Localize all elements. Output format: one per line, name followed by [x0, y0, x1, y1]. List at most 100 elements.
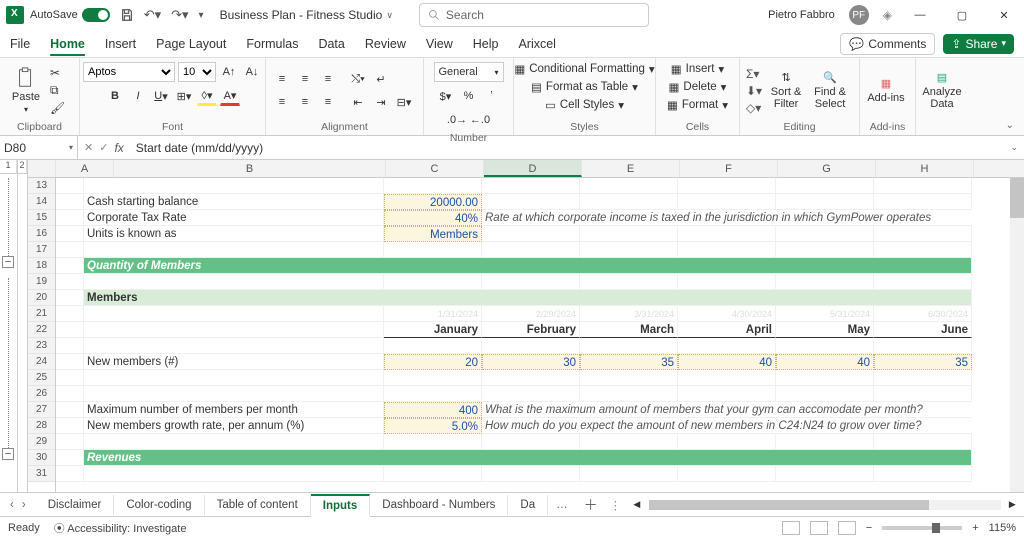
outline-gutter[interactable]: – – — [0, 178, 18, 492]
format-painter-icon[interactable]: 🖌 — [50, 101, 65, 115]
zoom-level[interactable]: 115% — [989, 522, 1016, 534]
orientation-icon[interactable]: ⤭▾ — [348, 69, 368, 89]
undo-icon[interactable]: ↶▾ — [144, 7, 161, 23]
column-headers[interactable]: A B C D E F G H — [28, 160, 1024, 178]
decrease-decimal-icon[interactable]: ←.0 — [470, 110, 490, 130]
cut-icon[interactable]: ✂ — [50, 66, 65, 80]
wrap-text-icon[interactable]: ↵ — [371, 69, 391, 89]
align-left-icon[interactable]: ≡ — [272, 92, 292, 112]
find-select-button[interactable]: 🔍 Find & Select — [810, 71, 850, 110]
format-as-table-button[interactable]: ▤ Format as Table ▾ — [531, 80, 638, 94]
spreadsheet-grid[interactable]: – – 131415161718192021222324252627282930… — [0, 178, 1024, 492]
search-input[interactable]: Search — [419, 3, 649, 27]
sort-filter-button[interactable]: ⇅ Sort & Filter — [766, 71, 806, 110]
enter-formula-icon[interactable]: ✓ — [99, 141, 108, 154]
view-page-layout-icon[interactable] — [810, 521, 828, 535]
paste-button[interactable]: Paste ▾ — [6, 67, 46, 114]
maximize-button[interactable]: ▢ — [948, 1, 976, 29]
minimize-button[interactable]: — — [906, 1, 934, 29]
merge-icon[interactable]: ⊟▾ — [394, 92, 414, 112]
decrease-font-icon[interactable]: A↓ — [242, 62, 262, 82]
tab-help[interactable]: Help — [473, 37, 499, 51]
tab-arixcel[interactable]: Arixcel — [518, 37, 556, 51]
accessibility-status[interactable]: ⦿ Accessibility: Investigate — [54, 520, 187, 536]
align-bottom-icon[interactable]: ≡ — [318, 69, 338, 89]
view-page-break-icon[interactable] — [838, 521, 856, 535]
autosave-toggle[interactable]: AutoSave — [30, 8, 110, 22]
redo-icon[interactable]: ↷▾ — [171, 7, 188, 23]
tab-data[interactable]: Data — [318, 37, 344, 51]
name-box[interactable]: D80 ▾ — [0, 136, 78, 159]
avatar[interactable]: PF — [849, 5, 869, 25]
font-size-select[interactable]: 10 — [178, 62, 216, 82]
document-title[interactable]: Business Plan - Fitness Studio ∨ — [220, 8, 393, 22]
save-icon[interactable] — [120, 8, 134, 22]
zoom-out-button[interactable]: − — [866, 522, 872, 534]
collapse-ribbon-icon[interactable]: ⌄ — [1006, 120, 1014, 131]
cancel-formula-icon[interactable]: ✕ — [84, 141, 93, 154]
clear-icon[interactable]: ◇▾ — [746, 101, 762, 115]
outline-collapse-icon[interactable]: – — [2, 448, 14, 460]
tab-review[interactable]: Review — [365, 37, 406, 51]
tab-insert[interactable]: Insert — [105, 37, 136, 51]
share-button[interactable]: ⇪ Share▾ — [943, 34, 1014, 54]
horizontal-scrollbar[interactable]: ◄► — [625, 499, 1024, 511]
font-name-select[interactable]: Aptos — [83, 62, 175, 82]
sheet-next-icon[interactable]: › — [22, 499, 26, 511]
fill-color-button[interactable]: ◊▾ — [197, 86, 217, 106]
bold-button[interactable]: B — [105, 86, 125, 106]
comma-icon[interactable]: ʼ — [482, 86, 502, 106]
comments-button[interactable]: 💬 Comments — [840, 33, 935, 55]
number-format-select[interactable]: General▾ — [434, 62, 504, 82]
addins-button[interactable]: ▦ Add-ins — [866, 77, 906, 104]
align-center-icon[interactable]: ≡ — [295, 92, 315, 112]
delete-cells-button[interactable]: ▦ Delete ▾ — [669, 80, 727, 94]
close-button[interactable]: ✕ — [990, 1, 1018, 29]
currency-icon[interactable]: $▾ — [436, 86, 456, 106]
align-top-icon[interactable]: ≡ — [272, 69, 292, 89]
sheet-prev-icon[interactable]: ‹ — [10, 499, 14, 511]
increase-indent-icon[interactable]: ⇥ — [371, 92, 391, 112]
tab-view[interactable]: View — [426, 37, 453, 51]
percent-icon[interactable]: % — [459, 86, 479, 106]
font-color-button[interactable]: A▾ — [220, 86, 240, 106]
sheet-tab-disclaimer[interactable]: Disclaimer — [36, 495, 115, 515]
vertical-scrollbar[interactable] — [1010, 178, 1024, 492]
tab-home[interactable]: Home — [50, 37, 85, 51]
view-normal-icon[interactable] — [782, 521, 800, 535]
outline-collapse-icon[interactable]: – — [2, 256, 14, 268]
diamond-icon[interactable]: ◈ — [883, 8, 892, 22]
fill-icon[interactable]: ⬇▾ — [746, 84, 762, 98]
user-name-label[interactable]: Pietro Fabbro — [768, 9, 835, 21]
copy-icon[interactable]: ⧉ — [50, 83, 65, 98]
cell-styles-button[interactable]: ▭ Cell Styles ▾ — [545, 98, 624, 112]
qat-overflow-icon[interactable]: ▾ — [199, 10, 204, 21]
align-right-icon[interactable]: ≡ — [318, 92, 338, 112]
row-headers[interactable]: 13141516171819202122232425262728293031 — [28, 178, 56, 492]
sheet-tab-toc[interactable]: Table of content — [205, 495, 311, 515]
sheet-tab-dashboard-numbers[interactable]: Dashboard - Numbers — [370, 495, 508, 515]
tab-file[interactable]: File — [10, 37, 30, 51]
tab-formulas[interactable]: Formulas — [246, 37, 298, 51]
fx-icon[interactable]: fx — [114, 141, 123, 155]
border-button[interactable]: ⊞▾ — [174, 86, 194, 106]
underline-button[interactable]: U▾ — [151, 86, 171, 106]
autosum-icon[interactable]: Σ▾ — [746, 67, 762, 81]
italic-button[interactable]: I — [128, 86, 148, 106]
decrease-indent-icon[interactable]: ⇤ — [348, 92, 368, 112]
insert-cells-button[interactable]: ▦ Insert ▾ — [671, 62, 724, 76]
expand-formula-bar-icon[interactable]: ⌄ — [1004, 142, 1024, 153]
align-middle-icon[interactable]: ≡ — [295, 69, 315, 89]
new-sheet-button[interactable]: ＋ — [576, 495, 606, 515]
tab-page-layout[interactable]: Page Layout — [156, 37, 226, 51]
sheet-tab-overflow[interactable]: Da — [508, 495, 548, 515]
zoom-slider[interactable] — [882, 526, 962, 530]
sheet-tab-inputs[interactable]: Inputs — [311, 494, 371, 517]
increase-decimal-icon[interactable]: .0→ — [447, 110, 467, 130]
increase-font-icon[interactable]: A↑ — [219, 62, 239, 82]
sheet-tabs-more-icon[interactable]: … — [548, 499, 576, 511]
conditional-formatting-button[interactable]: ▦ Conditional Formatting ▾ — [514, 62, 654, 76]
format-cells-button[interactable]: ▦ Format ▾ — [667, 98, 728, 112]
analyze-data-button[interactable]: ▤ Analyze Data — [922, 71, 962, 110]
sheet-tab-color-coding[interactable]: Color-coding — [114, 495, 204, 515]
